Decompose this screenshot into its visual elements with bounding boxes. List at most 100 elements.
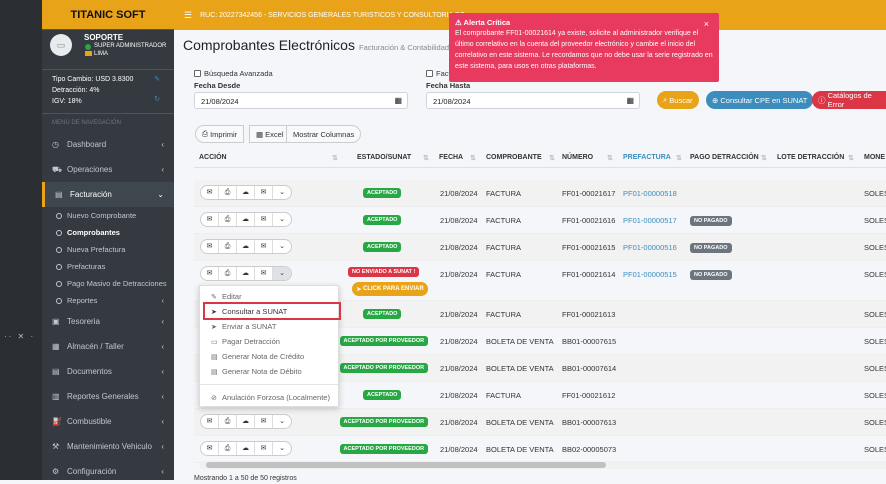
download-icon[interactable]: ☁ — [237, 415, 256, 428]
col-accion[interactable]: ACCIÓN — [199, 154, 227, 161]
prefactura-link[interactable]: PF01-00000516 — [623, 243, 677, 252]
chevron-down-icon[interactable]: ⌄ — [273, 267, 292, 280]
submenu-prefacturas[interactable]: Prefacturas — [42, 258, 174, 275]
submenu-nuevo-comprobante[interactable]: Nuevo Comprobante — [42, 207, 174, 224]
hamburger-icon[interactable]: ☰ — [184, 10, 192, 21]
print-icon[interactable]: ⎙ — [219, 442, 238, 455]
menu-configuracion[interactable]: ⚙ Configuración ‹ — [42, 459, 174, 484]
print-icon[interactable]: ⎙ — [219, 213, 238, 226]
col-lote-detraccion[interactable]: LOTE DETRACCIÓN — [777, 154, 844, 161]
catalogos-button[interactable]: ⓘ Catálogos de Error — [812, 91, 886, 109]
download-icon[interactable]: ☁ — [237, 267, 256, 280]
fecha-desde-input[interactable]: 21/08/2024 ▦ — [194, 92, 408, 109]
numero-cell: BB01-00007613 — [562, 418, 617, 427]
prefactura-link[interactable]: PF01-00000518 — [623, 189, 677, 198]
col-numero[interactable]: NÚMERO — [562, 154, 593, 161]
buscar-button[interactable]: ⌕ Buscar — [657, 91, 699, 109]
download-icon[interactable]: ☁ — [237, 240, 256, 253]
menu-facturacion[interactable]: ▤ Facturación ⌄ — [42, 182, 174, 207]
scrollbar-thumb[interactable] — [206, 462, 606, 468]
prefactura-link[interactable]: PF01-00000517 — [623, 216, 677, 225]
menu-dashboard[interactable]: ◷ Dashboard ‹ — [42, 132, 174, 157]
checkbox-icon[interactable] — [426, 70, 433, 77]
dd-nota-credito[interactable]: ▤ Generar Nota de Crédito — [200, 349, 338, 364]
col-prefactura[interactable]: PREFACTURA — [623, 154, 671, 161]
download-icon[interactable]: ☁ — [237, 442, 256, 455]
sort-icon[interactable]: ⇅ — [423, 154, 429, 162]
col-pago-detraccion[interactable]: PAGO DETRACCIÓN — [690, 154, 759, 161]
menu-operaciones[interactable]: ⛟ Operaciones ‹ — [42, 157, 174, 182]
col-comprobante[interactable]: COMPROBANTE — [486, 154, 542, 161]
prefactura-link[interactable]: PF01-00000515 — [623, 270, 677, 279]
close-icon[interactable]: × — [704, 19, 709, 30]
sort-icon[interactable]: ⇅ — [848, 154, 854, 162]
brand-logo[interactable]: TITANIC SOFT — [42, 0, 174, 30]
mail-icon[interactable]: ✉ — [201, 186, 220, 199]
mail-icon[interactable]: ✉ — [201, 240, 220, 253]
print-icon[interactable]: ⎙ — [219, 415, 238, 428]
mail-icon[interactable]: ✉ — [255, 267, 274, 280]
mail-icon[interactable]: ✉ — [255, 442, 274, 455]
sort-icon[interactable]: ⇅ — [332, 154, 338, 162]
columnas-label: Mostrar Columnas — [293, 129, 355, 139]
fecha-hasta-input[interactable]: 21/08/2024 ▦ — [426, 92, 640, 109]
chevron-down-icon[interactable]: ⌄ — [273, 186, 291, 199]
sort-icon[interactable]: ⇅ — [761, 154, 767, 162]
dd-label: Editar — [222, 292, 242, 301]
dd-nota-debito[interactable]: ▤ Generar Nota de Débito — [200, 364, 338, 379]
col-fecha[interactable]: FECHA — [439, 154, 463, 161]
sort-icon[interactable]: ⇅ — [676, 154, 682, 162]
fact-toggle[interactable]: Fact — [426, 69, 451, 78]
comprobante-cell: BOLETA DE VENTA — [486, 337, 554, 346]
mail-icon[interactable]: ✉ — [255, 415, 274, 428]
dd-anulacion-forzosa[interactable]: ⊘ Anulación Forzosa (Localmente) — [200, 390, 338, 405]
sort-icon[interactable]: ⇅ — [549, 154, 555, 162]
avatar[interactable]: ▭ — [50, 34, 72, 56]
chevron-down-icon[interactable]: ⌄ — [273, 415, 291, 428]
menu-tesoreria[interactable]: ▣ Tesoreria ‹ — [42, 309, 174, 334]
submenu-label: Reportes — [67, 296, 98, 305]
mail-icon[interactable]: ✉ — [201, 213, 220, 226]
mail-icon[interactable]: ✉ — [201, 442, 220, 455]
dd-enviar-sunat[interactable]: ➤ Enviar a SUNAT — [200, 319, 338, 334]
download-icon[interactable]: ☁ — [237, 186, 256, 199]
mail-icon[interactable]: ✉ — [255, 240, 274, 253]
menu-documentos[interactable]: ▤ Documentos ‹ — [42, 359, 174, 384]
mail-icon[interactable]: ✉ — [255, 186, 274, 199]
submenu-comprobantes[interactable]: Comprobantes — [42, 224, 174, 241]
menu-almacen[interactable]: ▦ Almacén / Taller ‹ — [42, 334, 174, 359]
print-icon[interactable]: ⎙ — [219, 267, 238, 280]
calendar-icon[interactable]: ▦ — [394, 96, 402, 105]
dd-pagar-detraccion[interactable]: ▭ Pagar Detracción — [200, 334, 338, 349]
calendar-icon[interactable]: ▦ — [626, 96, 634, 105]
chevron-down-icon[interactable]: ⌄ — [273, 240, 291, 253]
download-icon[interactable]: ☁ — [237, 213, 256, 226]
col-moneda[interactable]: MONE — [864, 154, 885, 161]
menu-combustible[interactable]: ⛽ Combustible ‹ — [42, 409, 174, 434]
col-estado[interactable]: ESTADO/SUNAT — [357, 154, 411, 161]
chevron-down-icon[interactable]: ⌄ — [273, 442, 291, 455]
mail-icon[interactable]: ✉ — [201, 267, 220, 280]
sort-icon[interactable]: ⇅ — [607, 154, 613, 162]
sort-icon[interactable]: ⇅ — [470, 154, 476, 162]
print-icon[interactable]: ⎙ — [219, 240, 238, 253]
excel-button[interactable]: ▦ Excel — [249, 125, 291, 143]
imprimir-button[interactable]: ⎙ Imprimir — [195, 125, 245, 143]
submenu-pago-masivo[interactable]: Pago Masivo de Detracciones — [42, 275, 174, 292]
mail-icon[interactable]: ✉ — [255, 213, 274, 226]
mail-icon[interactable]: ✉ — [201, 415, 220, 428]
checkbox-icon[interactable] — [194, 70, 201, 77]
submenu-nueva-prefactura[interactable]: Nueva Prefactura — [42, 241, 174, 258]
submenu-reportes[interactable]: Reportes ‹ — [42, 292, 174, 309]
horizontal-scrollbar[interactable] — [200, 461, 886, 469]
print-icon[interactable]: ⎙ — [219, 186, 238, 199]
mostrar-columnas-button[interactable]: Mostrar Columnas — [286, 125, 362, 143]
edit-icon[interactable]: ✎ — [154, 74, 160, 85]
refresh-icon[interactable]: ↻ — [154, 94, 160, 105]
chevron-down-icon[interactable]: ⌄ — [273, 213, 291, 226]
click-para-enviar-button[interactable]: ➤ CLICK PARA ENVIAR — [352, 282, 428, 296]
menu-reportes-generales[interactable]: ▥ Reportes Generales ‹ — [42, 384, 174, 409]
menu-mantenimiento[interactable]: ⚒ Mantenimiento Vehiculo ‹ — [42, 434, 174, 459]
advanced-search-toggle[interactable]: Búsqueda Avanzada — [194, 69, 273, 78]
consultar-cpe-button[interactable]: ⊕ Consultar CPE en SUNAT — [706, 91, 814, 109]
